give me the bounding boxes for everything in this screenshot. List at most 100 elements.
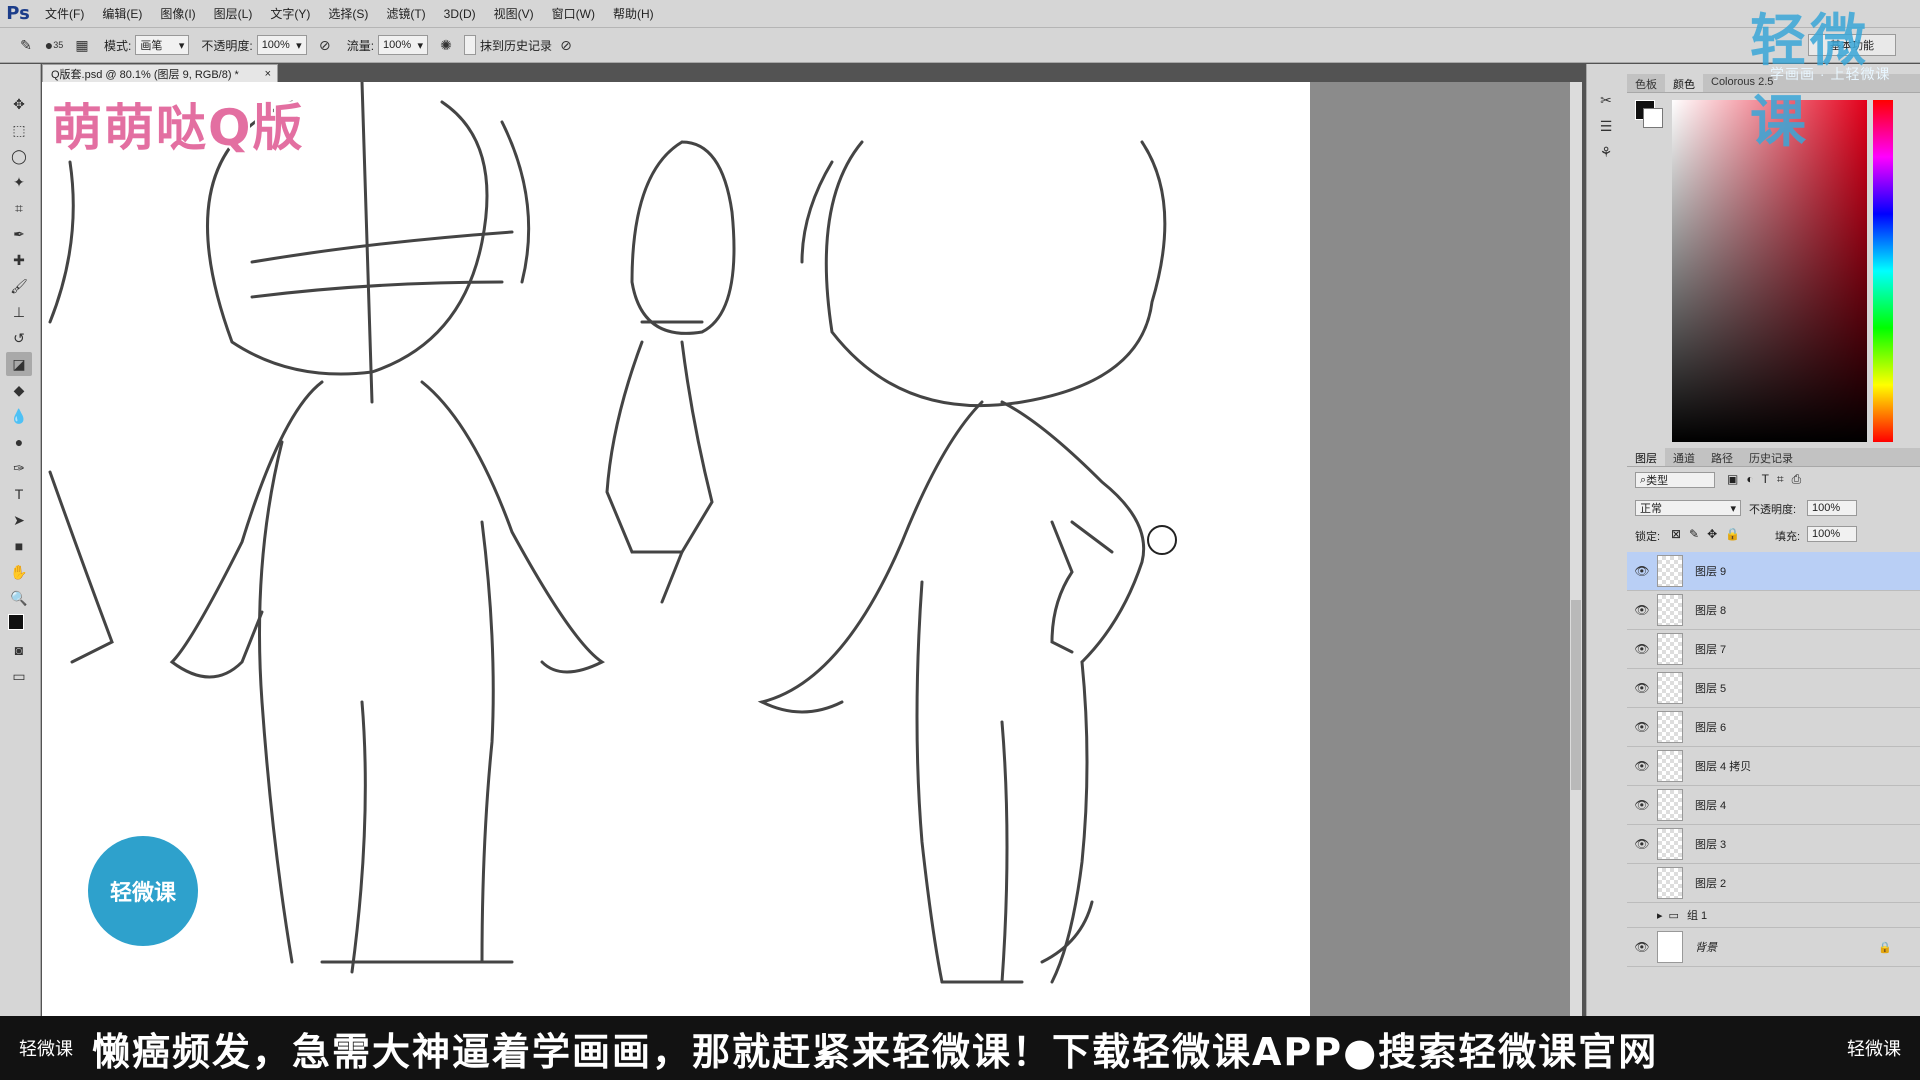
adjustments-panel-icon[interactable]: ☰ [1593,114,1619,138]
brush-panel-icon[interactable]: ⚘ [1593,140,1619,164]
opacity-input[interactable]: 100% ▾ [256,35,307,55]
menu-help[interactable]: 帮助(H) [604,5,663,22]
layer-filter-icons[interactable]: ▣◐T⌗⎙ [1727,472,1809,487]
hand-tool-icon[interactable]: ✋ [6,560,32,584]
history-brush-tool-icon[interactable]: ↺ [6,326,32,350]
tab-channels[interactable]: 通道 [1665,448,1703,466]
layer-thumbnail [1657,828,1683,860]
foreground-color-swatch[interactable] [8,614,24,630]
menu-view[interactable]: 视图(V) [485,5,543,22]
menu-filter[interactable]: 滤镜(T) [377,5,434,22]
stamp-tool-icon[interactable]: ⊥ [6,300,32,324]
layer-row[interactable]: 👁 图层 5 [1627,669,1920,708]
toolbox: ✥ ⬚ ◯ ✦ ⌗ ✒ ✚ 🖌 ⊥ ↺ ◪ ◆ 💧 ● ✑ T ➤ ■ ✋ 🔍 … [0,64,41,1016]
close-icon[interactable]: × [265,68,271,80]
lock-icons[interactable]: ⊠✎✥🔒 [1671,527,1748,541]
menu-edit[interactable]: 编辑(E) [93,5,151,22]
color-swatches[interactable] [6,612,32,637]
menu-file[interactable]: 文件(F) [36,5,93,22]
eye-icon[interactable]: 👁 [1627,940,1657,954]
pressure-size-icon[interactable]: ⊘ [556,35,576,55]
airbrush-icon[interactable]: ✺ [436,35,456,55]
fill-input[interactable]: 100% [1807,526,1857,542]
layer-row[interactable]: 👁 图层 6 [1627,708,1920,747]
eraser-tool-icon[interactable]: ✎ [16,35,36,55]
eye-icon[interactable]: 👁 [1627,642,1657,656]
blend-mode-select[interactable]: 正常 ▾ [1635,500,1741,516]
pen-tool-icon[interactable]: ✑ [6,456,32,480]
layer-opacity-input[interactable]: 100% [1807,500,1857,516]
eye-icon[interactable]: 👁 [1627,759,1657,773]
tools-panel-icon[interactable]: ✂ [1593,88,1619,112]
blur-tool-icon[interactable]: 💧 [6,404,32,428]
dodge-tool-icon[interactable]: ● [6,430,32,454]
tab-layers[interactable]: 图层 [1627,448,1665,466]
layer-row[interactable]: 👁 图层 2 [1627,864,1920,903]
brush-cursor [1147,525,1177,555]
eyedropper-tool-icon[interactable]: ✒ [6,222,32,246]
layer-row[interactable]: 👁 图层 8 [1627,591,1920,630]
healing-tool-icon[interactable]: ✚ [6,248,32,272]
screen-mode-icon[interactable]: ▭ [6,664,32,688]
layer-row[interactable]: 👁 图层 3 [1627,825,1920,864]
pressure-opacity-icon[interactable]: ⊘ [315,35,335,55]
crop-tool-icon[interactable]: ⌗ [6,196,32,220]
scrollbar-thumb[interactable] [1571,600,1581,790]
eye-icon[interactable]: 👁 [1627,837,1657,851]
move-tool-icon[interactable]: ✥ [6,92,32,116]
menu-layer[interactable]: 图层(L) [205,5,262,22]
quick-select-tool-icon[interactable]: ✦ [6,170,32,194]
flow-input[interactable]: 100% ▾ [378,35,429,55]
layer-row[interactable]: 👁 图层 7 [1627,630,1920,669]
eye-icon[interactable]: 👁 [1627,564,1657,578]
vertical-scrollbar[interactable] [1570,82,1582,1016]
chevron-right-icon[interactable]: ▸ [1657,909,1663,922]
eye-icon[interactable]: 👁 [1627,603,1657,617]
eye-icon[interactable]: 👁 [1627,681,1657,695]
rectangle-tool-icon[interactable]: ■ [6,534,32,558]
lock-label: 锁定: [1635,531,1661,543]
layer-row[interactable]: 👁 图层 4 拷贝 [1627,747,1920,786]
layer-row[interactable]: 👁 图层 9 [1627,552,1920,591]
eye-icon[interactable]: 👁 [1627,720,1657,734]
layer-filter-select[interactable]: ⌕ 类型 [1635,472,1715,488]
eye-hidden-icon[interactable]: 👁 [1627,908,1657,922]
tab-paths[interactable]: 路径 [1703,448,1741,466]
mode-select[interactable]: 画笔 ▾ [135,35,190,55]
lasso-tool-icon[interactable]: ◯ [6,144,32,168]
layers-panel: 图层 通道 路径 历史记录 ⌕ 类型 ▣◐T⌗⎙ 正常 ▾ 不透明度: 100% 锁… [1627,448,1920,1016]
canvas[interactable]: 萌萌哒Q版 轻微课 [42,82,1310,1016]
menu-image[interactable]: 图像(I) [151,5,204,22]
background-color-swatch[interactable] [1643,108,1663,128]
layer-row[interactable]: 👁 图层 4 [1627,786,1920,825]
layers-panel-tabs: 图层 通道 路径 历史记录 [1627,448,1920,467]
history-checkbox[interactable] [464,35,477,55]
quick-mask-icon[interactable]: ◙ [6,638,32,662]
banner-text: 懒癌频发，急需大神逼着学画画，那就赶紧来轻微课！下载轻微课APP●搜索轻微课官网 [92,1029,1659,1074]
layer-opacity-label: 不透明度: [1749,504,1797,516]
brush-tool-icon[interactable]: 🖌 [6,274,32,298]
eye-icon[interactable]: 👁 [1627,798,1657,812]
path-select-tool-icon[interactable]: ➤ [6,508,32,532]
eye-hidden-icon[interactable]: 👁 [1627,876,1657,890]
history-label: 抹到历史记录 [480,38,553,53]
bucket-tool-icon[interactable]: ◆ [6,378,32,402]
tab-history[interactable]: 历史记录 [1741,448,1801,466]
layer-group-row[interactable]: 👁▸ ▭ 组 1 [1627,903,1920,928]
menu-3d[interactable]: 3D(D) [435,7,485,21]
layer-name: 图层 7 [1695,644,1727,656]
document-tab[interactable]: Q版套.psd @ 80.1% (图层 9, RGB/8) * × [42,64,278,82]
menu-type[interactable]: 文字(Y) [261,5,319,22]
brush-panel-icon[interactable]: ▦ [72,35,92,55]
marquee-tool-icon[interactable]: ⬚ [6,118,32,142]
layer-name: 图层 6 [1695,722,1727,734]
layer-row[interactable]: 👁 背景 🔒 [1627,928,1920,967]
type-tool-icon[interactable]: T [6,482,32,506]
menu-select[interactable]: 选择(S) [319,5,377,22]
eraser-tool-icon[interactable]: ◪ [6,352,32,376]
menu-window[interactable]: 窗口(W) [543,5,604,22]
brush-preset-icon[interactable]: ● 35 [44,35,64,55]
tab-color[interactable]: 颜色 [1665,74,1703,92]
zoom-tool-icon[interactable]: 🔍 [6,586,32,610]
tab-swatches[interactable]: 色板 [1627,74,1665,92]
